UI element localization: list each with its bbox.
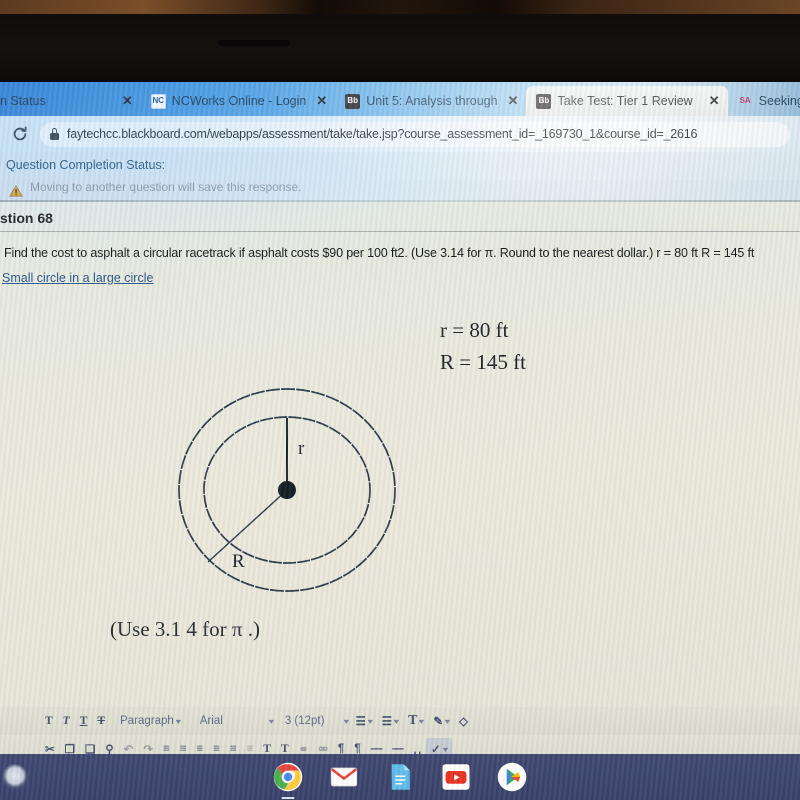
radius-R-line bbox=[207, 489, 288, 563]
laptop-bezel bbox=[0, 14, 800, 82]
tab-close-icon[interactable]: ✕ bbox=[316, 93, 327, 109]
paragraph-style-label: Paragraph bbox=[120, 715, 174, 727]
clear-formatting-button[interactable]: ◇ bbox=[454, 710, 473, 732]
chevron-down-icon: ▾ bbox=[444, 716, 451, 726]
webcam-strip bbox=[218, 40, 290, 46]
browser-tab-1[interactable]: NC NCWorks Online - Login ✕ bbox=[141, 86, 335, 116]
chevron-down-icon: ▾ bbox=[268, 716, 274, 726]
question-number: stion 68 bbox=[0, 210, 53, 226]
blackboard-icon: Bb bbox=[345, 93, 361, 109]
highlight-color-button[interactable]: ✎ ▾ bbox=[428, 710, 454, 732]
os-shelf bbox=[0, 754, 800, 800]
laptop-photo: n Status ✕ NC NCWorks Online - Login ✕ B… bbox=[0, 0, 800, 800]
chevron-down-icon: ▾ bbox=[175, 716, 181, 726]
laptop-screen: n Status ✕ NC NCWorks Online - Login ✕ B… bbox=[0, 82, 800, 800]
browser-tab-4[interactable]: SA Seeking bbox=[728, 86, 800, 116]
save-warning: Moving to another question will save thi… bbox=[0, 180, 800, 200]
youtube-icon[interactable] bbox=[441, 762, 471, 792]
figure-description-link[interactable]: Small circle in a large circle bbox=[2, 271, 153, 285]
sa-icon: SA bbox=[739, 96, 751, 105]
tab-title: Unit 5: Analysis through bbox=[366, 94, 498, 108]
italic-T-icon[interactable]: T bbox=[58, 710, 75, 732]
browser-tab-0[interactable]: n Status ✕ bbox=[0, 86, 141, 116]
chrome-icon[interactable] bbox=[273, 762, 303, 799]
save-warning-text: Moving to another question will save thi… bbox=[30, 180, 302, 194]
question-completion-status-label: Question Completion Status: bbox=[6, 158, 166, 172]
reload-icon[interactable] bbox=[10, 124, 30, 144]
question-header: stion 68 bbox=[0, 202, 800, 231]
nc-icon: NC bbox=[150, 93, 166, 109]
font-family-select[interactable]: Arial ▾ bbox=[190, 710, 275, 732]
blackboard-page: Question Completion Status: Moving to an… bbox=[0, 152, 800, 800]
tab-close-icon[interactable]: ✕ bbox=[122, 93, 133, 109]
browser-toolbar: faytechcc.blackboard.com/webapps/assessm… bbox=[0, 116, 800, 152]
url-text: faytechcc.blackboard.com/webapps/assessm… bbox=[67, 127, 698, 141]
warning-triangle-icon bbox=[8, 184, 23, 197]
play-store-icon[interactable] bbox=[497, 762, 527, 792]
bulleted-list-button[interactable]: ☰ ▾ bbox=[350, 710, 376, 732]
legend-small-radius: r = 80 ft bbox=[440, 318, 509, 342]
gmail-icon[interactable] bbox=[329, 762, 359, 792]
text-color-button[interactable]: T ▾ bbox=[403, 710, 428, 732]
use-pi-note: (Use 3.1 4 for π .) bbox=[110, 617, 260, 641]
chevron-down-icon: ▾ bbox=[419, 716, 425, 726]
google-docs-icon[interactable] bbox=[385, 762, 415, 792]
font-size-select[interactable]: 3 (12pt) ▾ bbox=[275, 710, 351, 732]
tab-close-icon[interactable]: ✕ bbox=[508, 93, 519, 109]
paragraph-style-select[interactable]: Paragraph ▾ bbox=[110, 710, 190, 732]
eraser-icon: ◇ bbox=[459, 716, 468, 728]
center-point bbox=[278, 481, 296, 499]
radius-r-label: r bbox=[298, 438, 305, 459]
editor-toolbar-row-1: T T T T Paragraph ▾ Arial ▾ 3 (12pt) ▾ ☰… bbox=[0, 707, 800, 735]
question-figure: r = 80 ft R = 145 ft r R (Use 3.1 4 for … bbox=[0, 287, 800, 707]
chevron-down-icon: ▾ bbox=[393, 716, 400, 726]
question-completion-status-bar: Question Completion Status: bbox=[0, 152, 800, 180]
browser-tab-2[interactable]: Bb Unit 5: Analysis through ✕ bbox=[335, 86, 526, 116]
bold-T-icon[interactable]: T bbox=[40, 710, 58, 732]
chevron-down-icon: ▾ bbox=[367, 716, 373, 726]
chevron-down-icon: ▾ bbox=[442, 744, 448, 754]
radius-R-label: R bbox=[232, 551, 245, 572]
launcher-button[interactable] bbox=[2, 764, 28, 790]
blackboard-icon: Bb bbox=[536, 93, 552, 109]
chevron-down-icon: ▾ bbox=[344, 716, 350, 726]
desk-background bbox=[0, 0, 800, 15]
strikethrough-T-icon[interactable]: T bbox=[92, 710, 110, 732]
tab-title: n Status bbox=[0, 94, 46, 108]
numbered-list-button[interactable]: ☰ ▾ bbox=[377, 710, 403, 732]
concentric-circles-diagram: r R bbox=[178, 388, 396, 592]
question-text: Find the cost to asphalt a circular race… bbox=[4, 246, 755, 260]
address-bar[interactable]: faytechcc.blackboard.com/webapps/assessm… bbox=[40, 121, 790, 147]
font-size-label: 3 (12pt) bbox=[284, 715, 325, 727]
browser-tab-strip: n Status ✕ NC NCWorks Online - Login ✕ B… bbox=[0, 82, 800, 116]
underline-T-icon[interactable]: T bbox=[75, 710, 93, 732]
tab-close-icon[interactable]: ✕ bbox=[709, 93, 720, 109]
tab-title: Seeking bbox=[758, 94, 800, 108]
tab-title: NCWorks Online - Login bbox=[171, 94, 307, 108]
font-family-label: Arial bbox=[199, 715, 223, 727]
lock-icon bbox=[50, 128, 59, 140]
figure-legend: r = 80 ft R = 145 ft bbox=[440, 315, 526, 379]
active-indicator bbox=[281, 797, 295, 799]
legend-large-radius: R = 145 ft bbox=[440, 349, 526, 374]
tab-title: Take Test: Tier 1 Review bbox=[557, 94, 693, 108]
browser-tab-3[interactable]: Bb Take Test: Tier 1 Review ✕ bbox=[526, 86, 728, 116]
